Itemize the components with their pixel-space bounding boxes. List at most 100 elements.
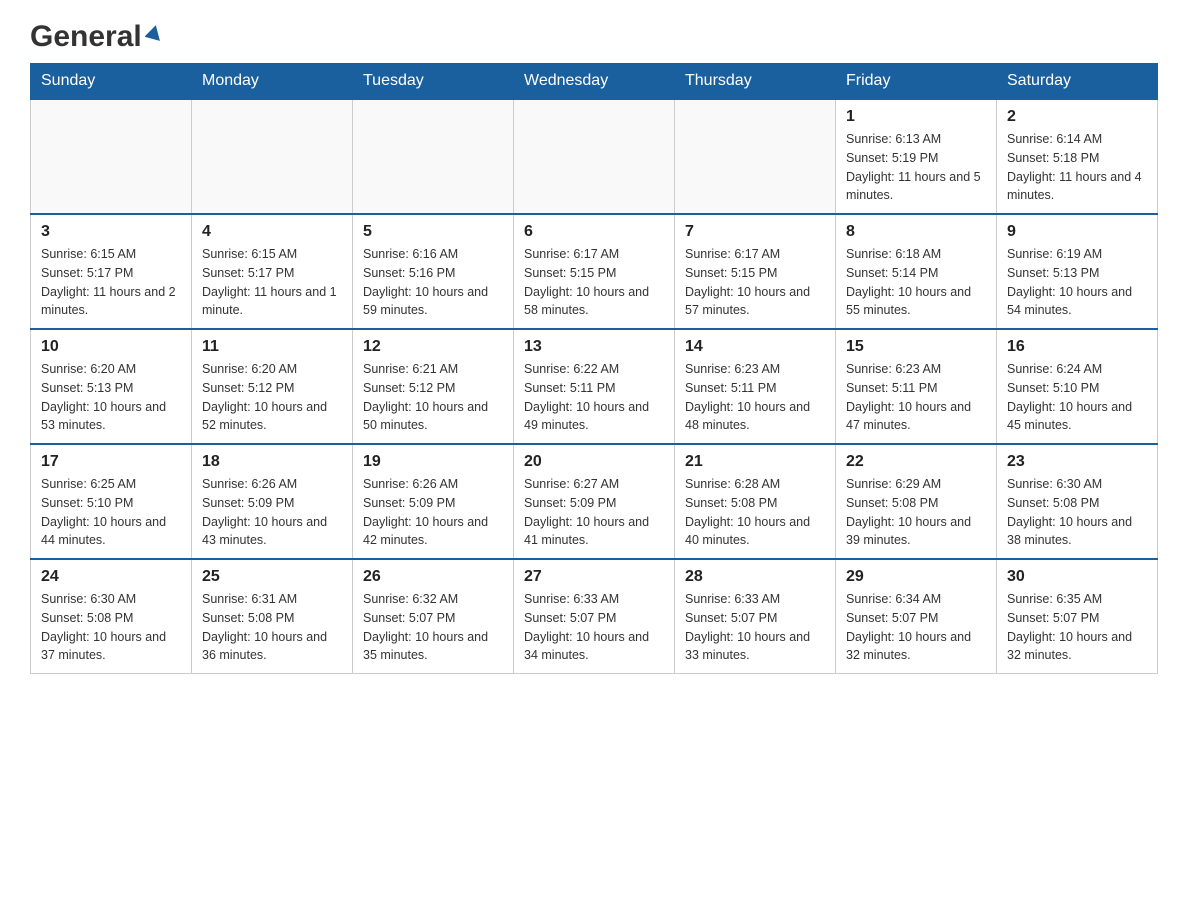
day-info: Sunrise: 6:30 AMSunset: 5:08 PMDaylight:…	[41, 590, 181, 665]
day-info: Sunrise: 6:32 AMSunset: 5:07 PMDaylight:…	[363, 590, 503, 665]
day-info: Sunrise: 6:26 AMSunset: 5:09 PMDaylight:…	[363, 475, 503, 550]
calendar-day-cell	[353, 99, 514, 214]
day-number: 16	[1007, 338, 1147, 356]
calendar-day-cell	[31, 99, 192, 214]
calendar-day-cell: 25 Sunrise: 6:31 AMSunset: 5:08 PMDayligh…	[192, 559, 353, 674]
calendar-day-cell: 9 Sunrise: 6:19 AMSunset: 5:13 PMDaylight…	[997, 214, 1158, 329]
day-info: Sunrise: 6:14 AMSunset: 5:18 PMDaylight:…	[1007, 130, 1147, 205]
page-header: General	[30, 20, 1158, 53]
calendar-day-cell: 29 Sunrise: 6:34 AMSunset: 5:07 PMDayligh…	[836, 559, 997, 674]
calendar-day-cell: 18 Sunrise: 6:26 AMSunset: 5:09 PMDayligh…	[192, 444, 353, 559]
calendar-day-cell: 5 Sunrise: 6:16 AMSunset: 5:16 PMDaylight…	[353, 214, 514, 329]
day-info: Sunrise: 6:21 AMSunset: 5:12 PMDaylight:…	[363, 360, 503, 435]
day-info: Sunrise: 6:22 AMSunset: 5:11 PMDaylight:…	[524, 360, 664, 435]
day-number: 14	[685, 338, 825, 356]
day-info: Sunrise: 6:31 AMSunset: 5:08 PMDaylight:…	[202, 590, 342, 665]
day-number: 19	[363, 453, 503, 471]
day-number: 30	[1007, 568, 1147, 586]
logo: General	[30, 20, 163, 53]
day-number: 6	[524, 223, 664, 241]
day-number: 20	[524, 453, 664, 471]
day-number: 15	[846, 338, 986, 356]
day-number: 24	[41, 568, 181, 586]
calendar-day-cell	[514, 99, 675, 214]
calendar-day-cell: 12 Sunrise: 6:21 AMSunset: 5:12 PMDayligh…	[353, 329, 514, 444]
day-number: 2	[1007, 108, 1147, 126]
day-info: Sunrise: 6:33 AMSunset: 5:07 PMDaylight:…	[524, 590, 664, 665]
day-info: Sunrise: 6:15 AMSunset: 5:17 PMDaylight:…	[41, 245, 181, 320]
day-number: 22	[846, 453, 986, 471]
calendar-day-cell	[675, 99, 836, 214]
day-info: Sunrise: 6:19 AMSunset: 5:13 PMDaylight:…	[1007, 245, 1147, 320]
day-info: Sunrise: 6:24 AMSunset: 5:10 PMDaylight:…	[1007, 360, 1147, 435]
day-of-week-header: Thursday	[675, 64, 836, 100]
day-number: 1	[846, 108, 986, 126]
calendar-day-cell: 15 Sunrise: 6:23 AMSunset: 5:11 PMDayligh…	[836, 329, 997, 444]
day-info: Sunrise: 6:26 AMSunset: 5:09 PMDaylight:…	[202, 475, 342, 550]
calendar-day-cell: 8Sunrise: 6:18 AMSunset: 5:14 PMDaylight…	[836, 214, 997, 329]
calendar-week-row: 3 Sunrise: 6:15 AMSunset: 5:17 PMDaylight…	[31, 214, 1158, 329]
day-number: 7	[685, 223, 825, 241]
day-of-week-header: Sunday	[31, 64, 192, 100]
day-number: 5	[363, 223, 503, 241]
day-number: 3	[41, 223, 181, 241]
calendar-day-cell	[192, 99, 353, 214]
calendar-day-cell: 28 Sunrise: 6:33 AMSunset: 5:07 PMDayligh…	[675, 559, 836, 674]
day-info: Sunrise: 6:33 AMSunset: 5:07 PMDaylight:…	[685, 590, 825, 665]
day-info: Sunrise: 6:13 AMSunset: 5:19 PMDaylight:…	[846, 130, 986, 205]
day-info: Sunrise: 6:20 AMSunset: 5:13 PMDaylight:…	[41, 360, 181, 435]
logo-general-text: General	[30, 20, 142, 53]
calendar-day-cell: 23 Sunrise: 6:30 AMSunset: 5:08 PMDayligh…	[997, 444, 1158, 559]
day-number: 28	[685, 568, 825, 586]
calendar-week-row: 10Sunrise: 6:20 AMSunset: 5:13 PMDayligh…	[31, 329, 1158, 444]
calendar-day-cell: 3 Sunrise: 6:15 AMSunset: 5:17 PMDaylight…	[31, 214, 192, 329]
day-info: Sunrise: 6:29 AMSunset: 5:08 PMDaylight:…	[846, 475, 986, 550]
day-of-week-header: Tuesday	[353, 64, 514, 100]
day-number: 21	[685, 453, 825, 471]
day-of-week-header: Friday	[836, 64, 997, 100]
day-number: 27	[524, 568, 664, 586]
day-info: Sunrise: 6:30 AMSunset: 5:08 PMDaylight:…	[1007, 475, 1147, 550]
calendar-day-cell: 13 Sunrise: 6:22 AMSunset: 5:11 PMDayligh…	[514, 329, 675, 444]
day-number: 9	[1007, 223, 1147, 241]
day-number: 13	[524, 338, 664, 356]
day-number: 25	[202, 568, 342, 586]
day-info: Sunrise: 6:34 AMSunset: 5:07 PMDaylight:…	[846, 590, 986, 665]
day-number: 12	[363, 338, 503, 356]
calendar-day-cell: 6 Sunrise: 6:17 AMSunset: 5:15 PMDaylight…	[514, 214, 675, 329]
day-info: Sunrise: 6:28 AMSunset: 5:08 PMDaylight:…	[685, 475, 825, 550]
day-number: 11	[202, 338, 342, 356]
day-number: 4	[202, 223, 342, 241]
calendar-day-cell: 22 Sunrise: 6:29 AMSunset: 5:08 PMDayligh…	[836, 444, 997, 559]
day-info: Sunrise: 6:27 AMSunset: 5:09 PMDaylight:…	[524, 475, 664, 550]
calendar-day-cell: 21 Sunrise: 6:28 AMSunset: 5:08 PMDayligh…	[675, 444, 836, 559]
day-of-week-header: Saturday	[997, 64, 1158, 100]
calendar-day-cell: 16 Sunrise: 6:24 AMSunset: 5:10 PMDayligh…	[997, 329, 1158, 444]
day-info: Sunrise: 6:17 AMSunset: 5:15 PMDaylight:…	[524, 245, 664, 320]
calendar-day-cell: 19 Sunrise: 6:26 AMSunset: 5:09 PMDayligh…	[353, 444, 514, 559]
day-of-week-header: Monday	[192, 64, 353, 100]
calendar-day-cell: 30Sunrise: 6:35 AMSunset: 5:07 PMDayligh…	[997, 559, 1158, 674]
calendar-day-cell: 7Sunrise: 6:17 AMSunset: 5:15 PMDaylight…	[675, 214, 836, 329]
calendar-table: SundayMondayTuesdayWednesdayThursdayFrid…	[30, 63, 1158, 674]
logo-triangle-icon	[145, 23, 163, 46]
calendar-day-cell: 27 Sunrise: 6:33 AMSunset: 5:07 PMDayligh…	[514, 559, 675, 674]
day-of-week-header: Wednesday	[514, 64, 675, 100]
day-info: Sunrise: 6:23 AMSunset: 5:11 PMDaylight:…	[685, 360, 825, 435]
day-number: 29	[846, 568, 986, 586]
day-number: 18	[202, 453, 342, 471]
calendar-day-cell: 24 Sunrise: 6:30 AMSunset: 5:08 PMDayligh…	[31, 559, 192, 674]
calendar-day-cell: 20 Sunrise: 6:27 AMSunset: 5:09 PMDayligh…	[514, 444, 675, 559]
calendar-header-row: SundayMondayTuesdayWednesdayThursdayFrid…	[31, 64, 1158, 100]
day-info: Sunrise: 6:16 AMSunset: 5:16 PMDaylight:…	[363, 245, 503, 320]
day-number: 23	[1007, 453, 1147, 471]
calendar-day-cell: 4Sunrise: 6:15 AMSunset: 5:17 PMDaylight…	[192, 214, 353, 329]
day-number: 17	[41, 453, 181, 471]
day-info: Sunrise: 6:20 AMSunset: 5:12 PMDaylight:…	[202, 360, 342, 435]
calendar-week-row: 1 Sunrise: 6:13 AMSunset: 5:19 PMDaylight…	[31, 99, 1158, 214]
calendar-day-cell: 11 Sunrise: 6:20 AMSunset: 5:12 PMDayligh…	[192, 329, 353, 444]
calendar-day-cell: 26Sunrise: 6:32 AMSunset: 5:07 PMDayligh…	[353, 559, 514, 674]
day-info: Sunrise: 6:23 AMSunset: 5:11 PMDaylight:…	[846, 360, 986, 435]
calendar-week-row: 17Sunrise: 6:25 AMSunset: 5:10 PMDayligh…	[31, 444, 1158, 559]
calendar-week-row: 24 Sunrise: 6:30 AMSunset: 5:08 PMDayligh…	[31, 559, 1158, 674]
